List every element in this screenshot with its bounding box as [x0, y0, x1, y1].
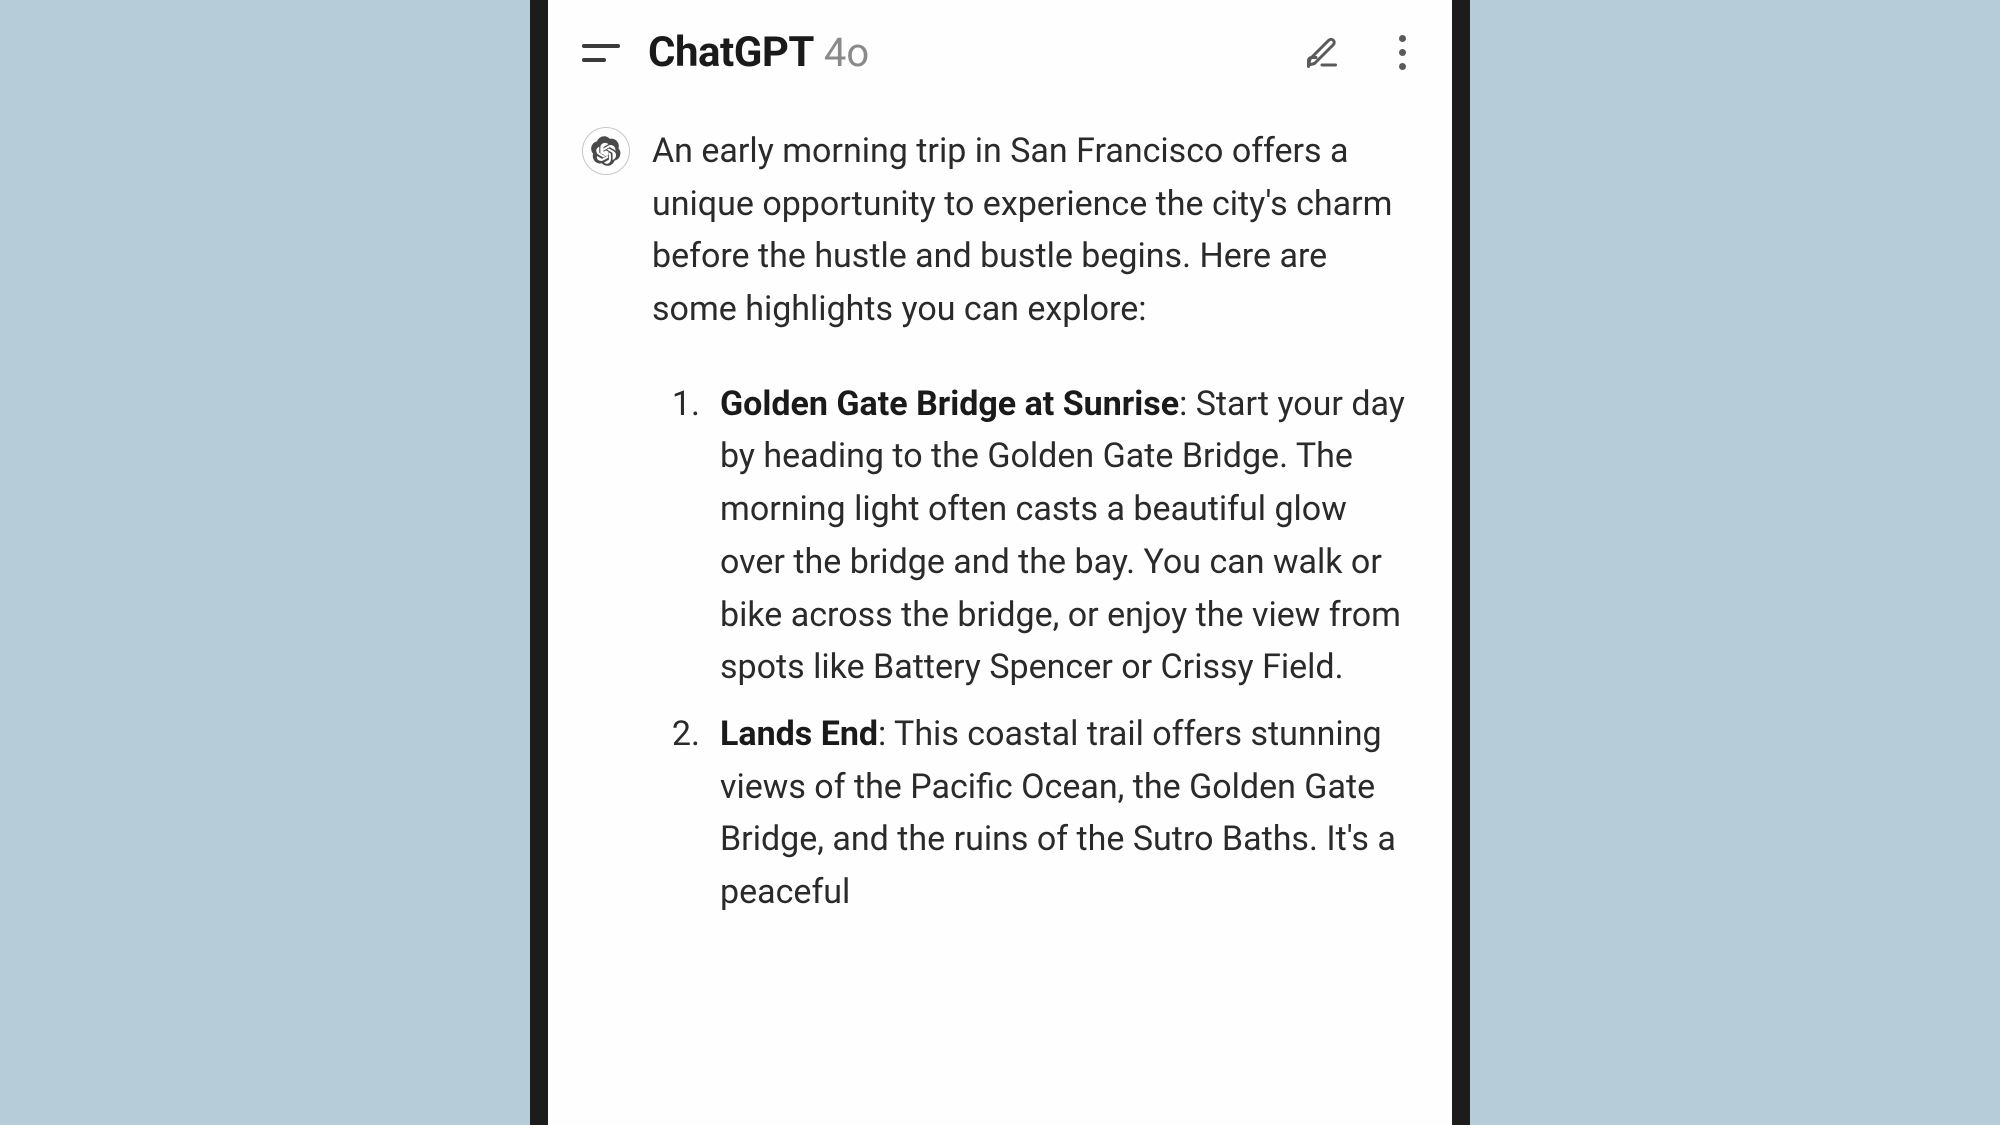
list-item: 2. Lands End: This coastal trail offers … — [664, 708, 1406, 919]
message-body: An early morning trip in San Francisco o… — [652, 125, 1406, 933]
more-icon — [1399, 63, 1406, 70]
more-icon — [1399, 49, 1406, 56]
list-item-body: : Start your day by heading to the Golde… — [720, 384, 1405, 687]
new-chat-button[interactable] — [1300, 31, 1344, 75]
list-item-title: Lands End — [720, 714, 878, 754]
edit-icon — [1304, 35, 1340, 71]
title-group[interactable]: ChatGPT 4o — [648, 28, 1284, 77]
menu-icon — [582, 44, 620, 48]
model-label: 4o — [824, 29, 869, 76]
more-icon — [1399, 35, 1406, 42]
menu-button[interactable] — [582, 31, 626, 75]
header-bar: ChatGPT 4o — [548, 0, 1452, 97]
list-item: 1. Golden Gate Bridge at Sunrise: Start … — [664, 378, 1406, 694]
message-content: An early morning trip in San Francisco o… — [548, 97, 1452, 1125]
assistant-message: An early morning trip in San Francisco o… — [582, 125, 1406, 933]
openai-logo-icon — [591, 136, 621, 166]
list-item-title: Golden Gate Bridge at Sunrise — [720, 384, 1179, 424]
list-number: 2. — [664, 708, 700, 919]
more-options-button[interactable] — [1386, 31, 1418, 75]
device-frame: ChatGPT 4o — [530, 0, 1470, 1125]
menu-icon — [582, 58, 606, 62]
app-screen: ChatGPT 4o — [548, 0, 1452, 1125]
list-item-text: Lands End: This coastal trail offers stu… — [720, 708, 1406, 919]
list-number: 1. — [664, 378, 700, 694]
numbered-list: 1. Golden Gate Bridge at Sunrise: Start … — [652, 378, 1406, 919]
assistant-avatar — [582, 127, 630, 175]
list-item-text: Golden Gate Bridge at Sunrise: Start you… — [720, 378, 1406, 694]
intro-paragraph: An early morning trip in San Francisco o… — [652, 125, 1406, 336]
app-title: ChatGPT — [648, 28, 814, 77]
